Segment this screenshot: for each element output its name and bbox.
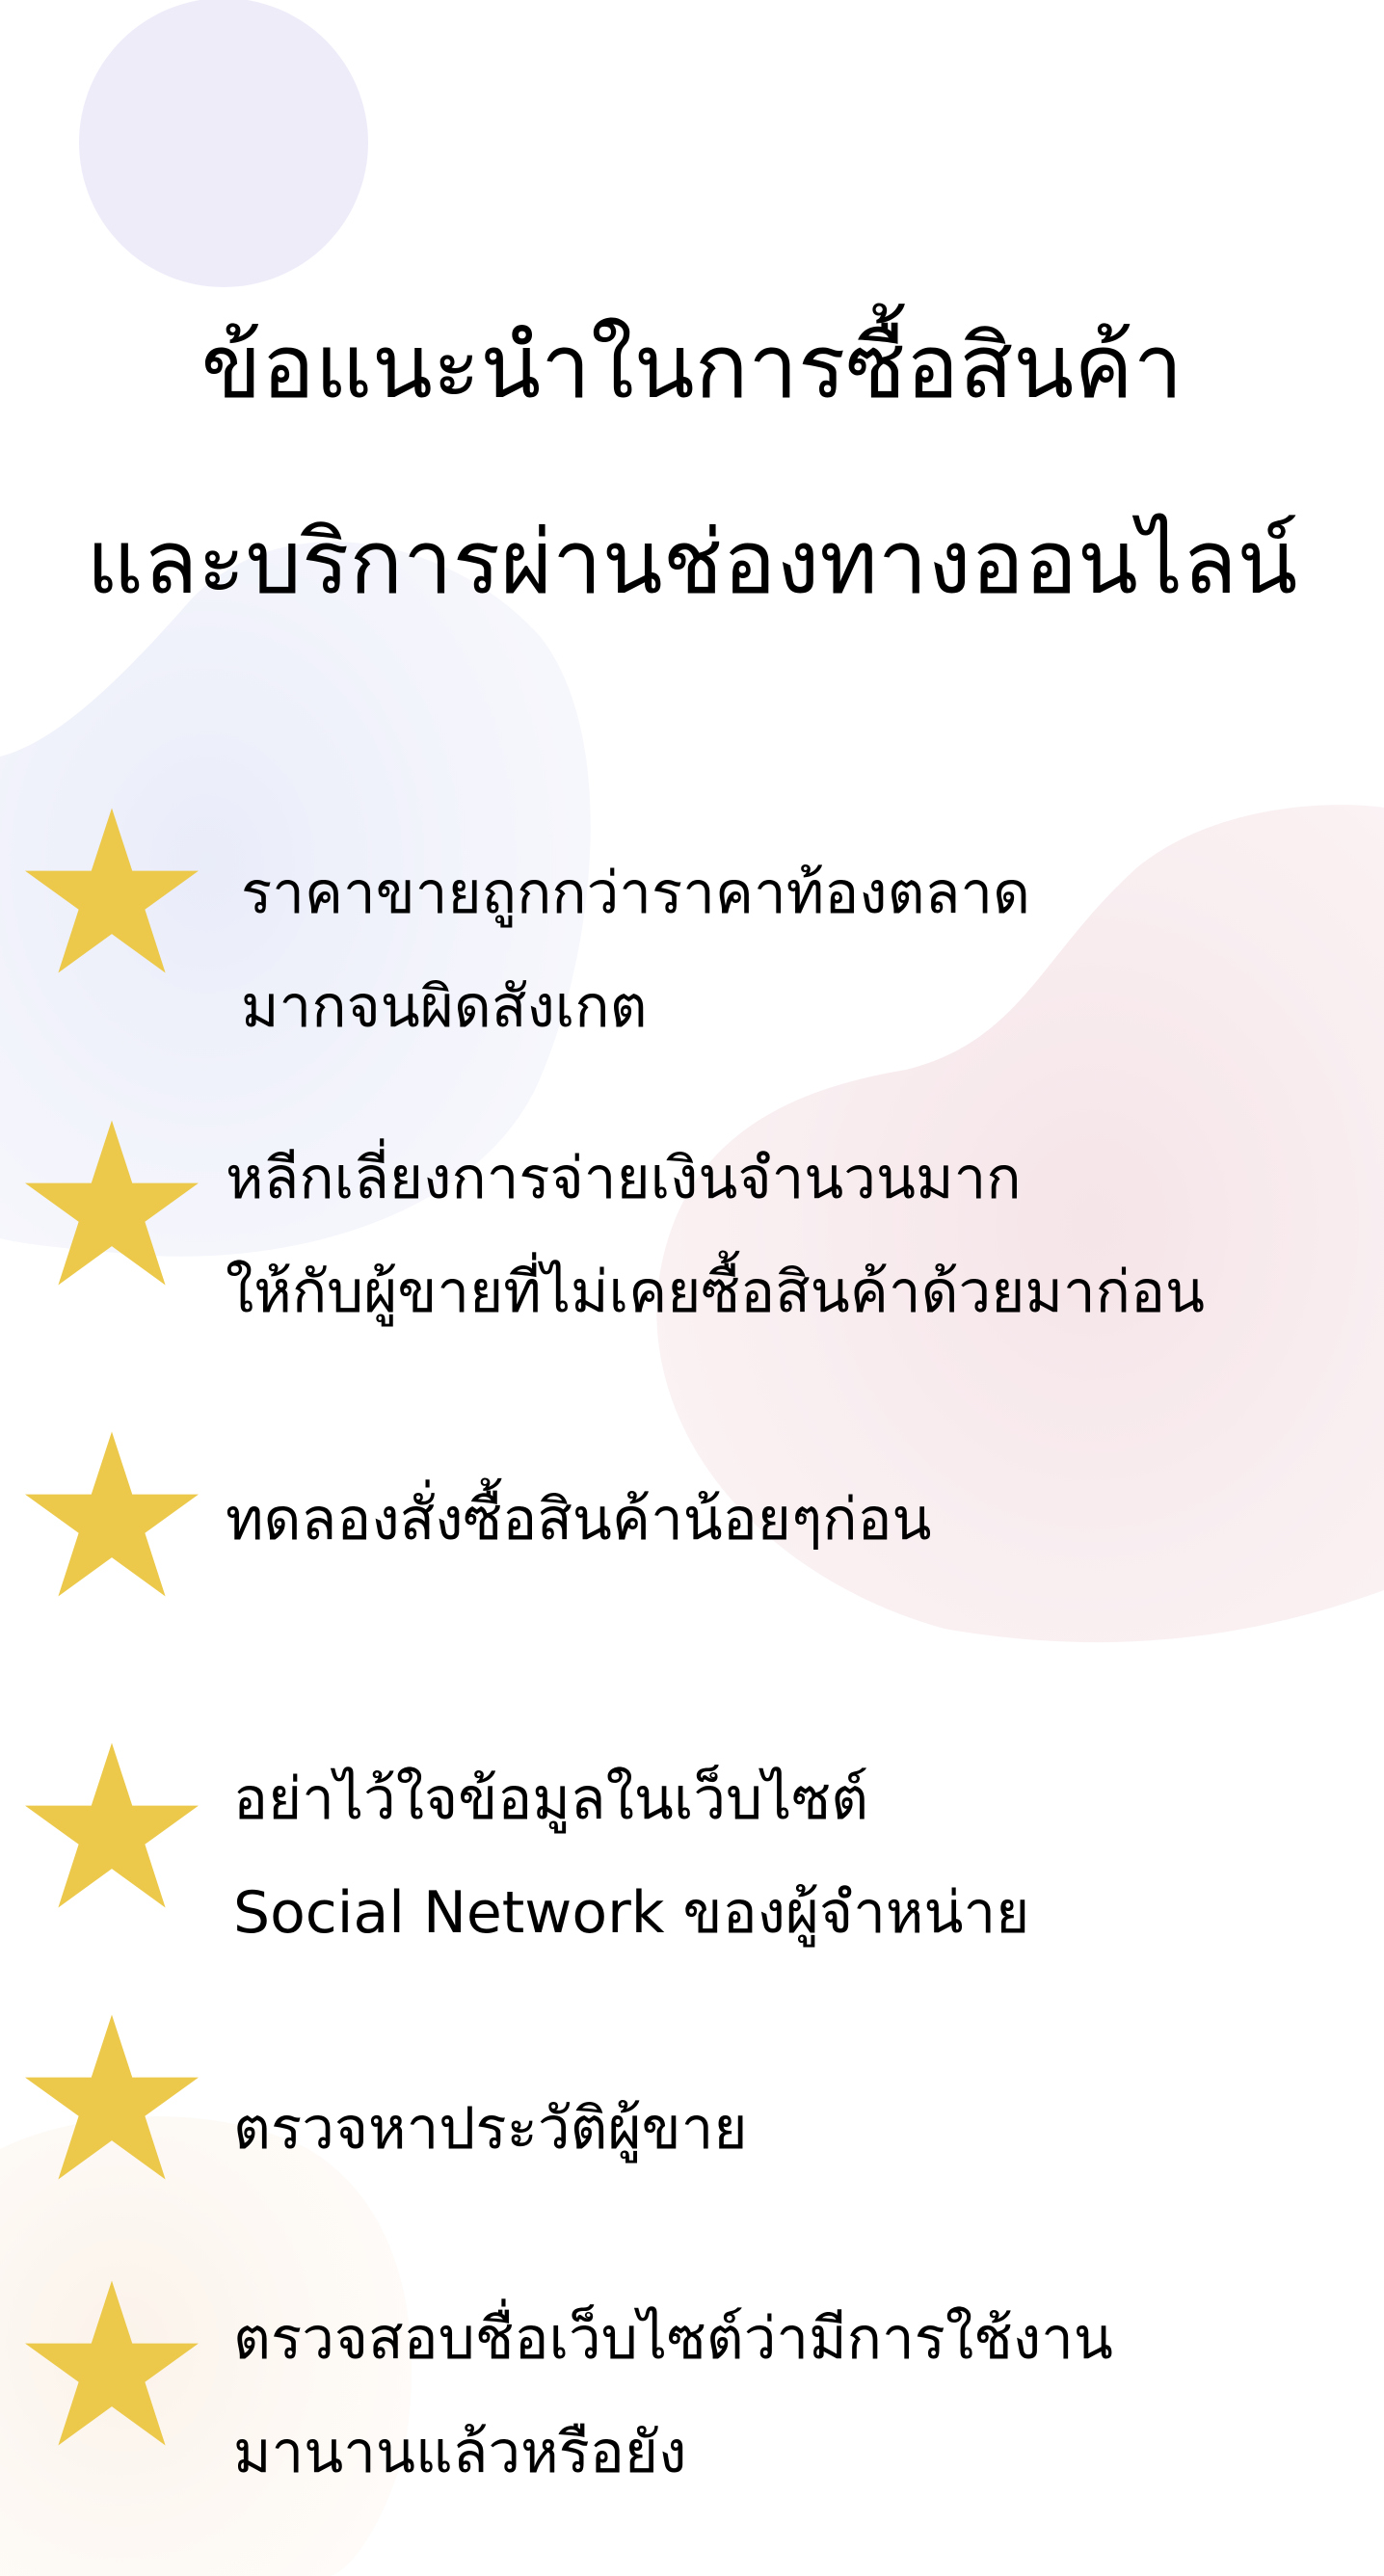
page-title-line-1: ข้อแนะนำในการซื้อสินค้า <box>200 315 1184 418</box>
tip-3-line-1: ทดลองสั่งซื้อสินค้าน้อยๆก่อน <box>226 1486 932 1554</box>
tip-4-line-1: อย่าไว้ใจข้อมูลในเว็บไซต์ <box>233 1766 869 1833</box>
star-icon <box>25 1120 199 1286</box>
tip-1-line-2: มากจนผิดสังเกต <box>241 973 648 1041</box>
tip-6-line-2: มานานแล้วหรือยัง <box>233 2419 687 2486</box>
lavender-circle-blob <box>79 0 368 287</box>
tip-2-line-2: ให้กับผู้ขายที่ไม่เคยซื้อสินค้าด้วยมาก่อ… <box>226 1259 1206 1326</box>
star-icon <box>25 2014 199 2180</box>
star-icon <box>25 1742 199 1908</box>
page-title-line-2: และบริการผ่านช่องทางออนไลน์ <box>86 511 1298 614</box>
star-icon <box>25 1431 199 1597</box>
tip-1-line-1: ราคาขายถูกกว่าราคาท้องตลาด <box>241 860 1030 927</box>
tip-6-line-1: ตรวจสอบชื่อเว็บไซต์ว่ามีการใช้งาน <box>233 2305 1113 2373</box>
tip-4-line-2: Social Network ของผู้จำหน่าย <box>233 1879 1030 1947</box>
star-icon <box>25 2280 199 2446</box>
tip-2-line-1: หลีกเลี่ยงการจ่ายเงินจำนวนมาก <box>226 1145 1022 1212</box>
star-icon <box>25 808 199 973</box>
tip-5-line-1: ตรวจหาประวัติผู้ขาย <box>233 2095 748 2163</box>
